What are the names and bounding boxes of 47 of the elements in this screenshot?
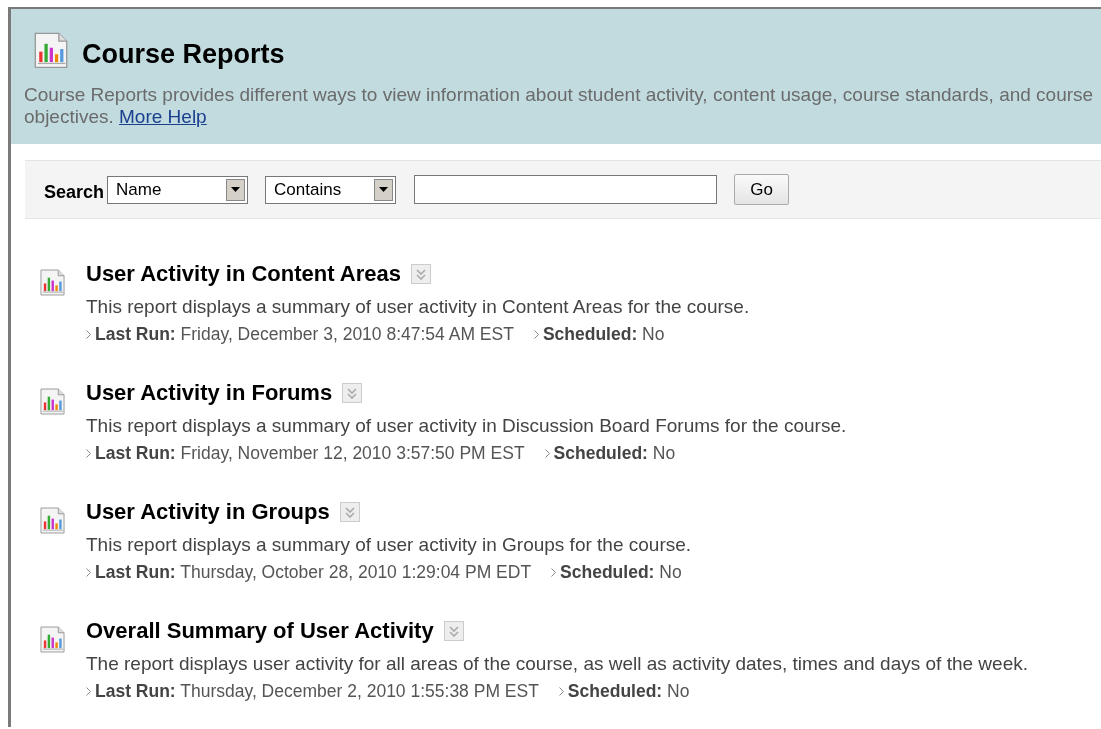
scheduled-text: Scheduled: No [567,681,690,702]
report-icon [40,269,65,296]
scheduled-text: Scheduled: No [560,562,682,583]
report-description: The report displays user activity for all areas of the course, as well as activity dates, times and days of the week. [86,653,1028,675]
report-icon [34,32,68,69]
search-label: Search [44,182,105,203]
report-title[interactable]: User Activity in Content Areas [86,261,401,287]
dropdown-arrow-icon [379,187,389,192]
go-button[interactable]: Go [734,174,790,205]
field-select[interactable]: Name [107,175,249,204]
chevron-icon [86,687,91,696]
chevron-icon [544,449,550,458]
options-menu-button[interactable] [443,621,464,641]
chevron-icon [558,687,564,696]
options-menu-button[interactable] [411,264,431,284]
search-field[interactable] [414,175,718,204]
double-chevron-icon [416,268,426,280]
report-description: This report displays a summary of user activity in Content Areas for the course. [86,296,750,318]
report-description: This report displays a summary of user activity in Discussion Board Forums for the course. [86,415,847,437]
double-chevron-icon [347,387,358,399]
chevron-icon [551,568,557,577]
scheduled-text: Scheduled: No [553,443,676,464]
last-run-text: Last Run: Thursday, October 28, 2010 1:29:04 PM EDT [95,562,532,583]
help-link[interactable]: More Help [119,106,207,127]
dropdown-arrow-icon [231,187,241,192]
report-title[interactable]: User Activity in Forums [86,380,333,406]
last-run-text: Last Run: Thursday, December 2, 2010 1:55:38 PM EST [95,681,539,702]
chevron-icon [86,330,91,339]
chevron-icon [86,449,91,458]
options-menu-button[interactable] [342,383,363,403]
report-description: This report displays a summary of user activity in Groups for the course. [86,534,693,556]
chevron-icon [86,568,91,577]
report-title[interactable]: Overall Summary of User Activity [86,618,434,644]
report-title[interactable]: User Activity in Groups [86,499,330,525]
options-menu-button[interactable] [339,502,360,522]
last-run-text: Last Run: Friday, December 3, 2010 8:47:54 AM EST [95,324,514,345]
chevron-icon [533,330,539,339]
scheduled-text: Scheduled: No [542,324,665,345]
report-icon [40,626,65,653]
report-icon [40,507,65,534]
last-run-text: Last Run: Friday, November 12, 2010 3:57:50 PM EST [95,443,525,464]
operator-select[interactable]: Contains [265,175,397,204]
report-icon [40,388,65,415]
page-description: Course Reports provides different ways to view information about student activity, content usage, course standards, and course objectives. More Help [24,84,1094,128]
double-chevron-icon [344,506,355,518]
double-chevron-icon [448,625,459,637]
page-title: Course Reports [82,39,285,70]
